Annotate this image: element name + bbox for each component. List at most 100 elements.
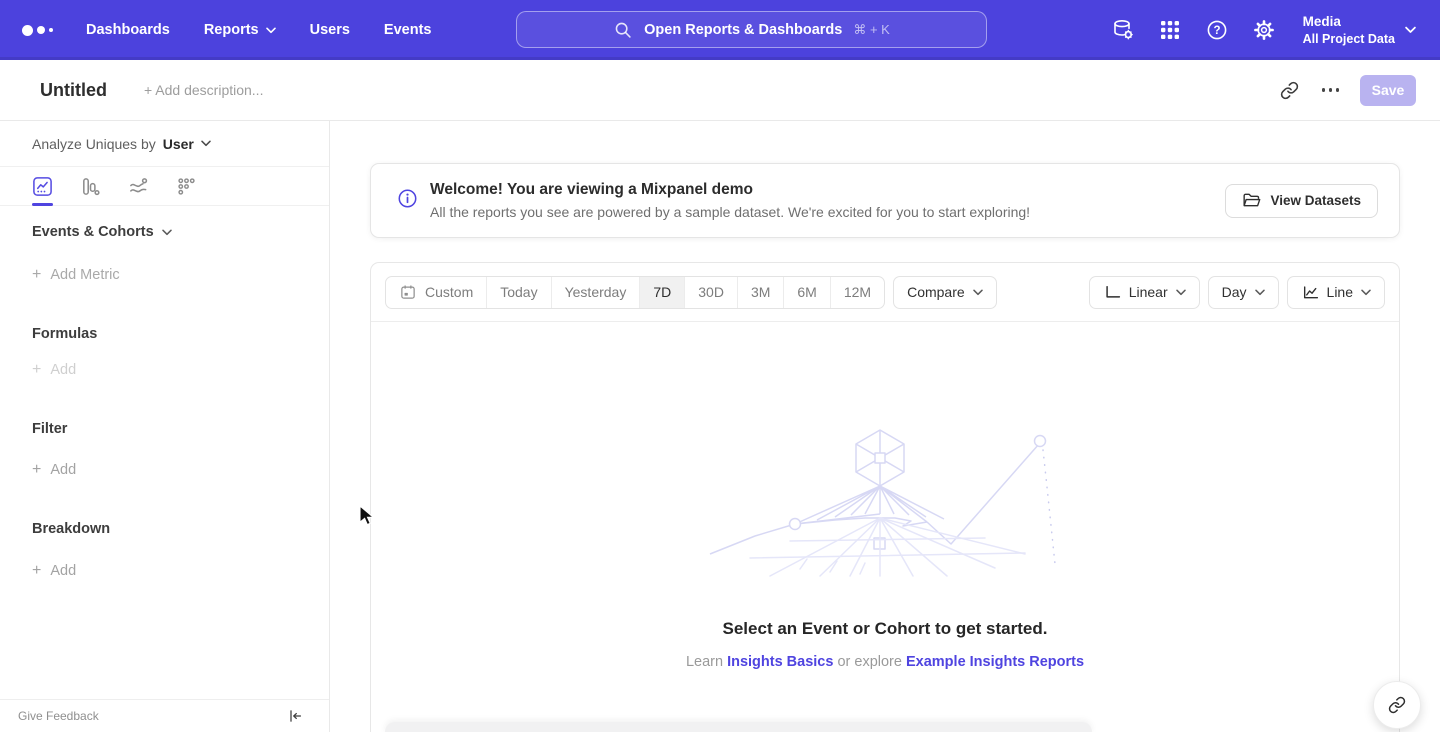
- banner-title: Welcome! You are viewing a Mixpanel demo: [430, 181, 1030, 199]
- collapse-sidebar-icon[interactable]: [287, 708, 303, 724]
- breakdown-section-heading: Breakdown: [32, 521, 297, 537]
- add-metric-button[interactable]: + Add Metric: [32, 266, 297, 284]
- interval-label: Day: [1222, 284, 1247, 300]
- date-range-6m-label: 6M: [797, 284, 816, 300]
- plus-icon: +: [32, 266, 41, 284]
- report-canvas: Custom Today Yesterday 7D 30D 3M 6M 12M …: [370, 262, 1400, 732]
- add-filter-button[interactable]: + Add: [32, 461, 297, 479]
- learn-prefix: Learn: [686, 654, 723, 670]
- tab-bar-chart-icon[interactable]: [80, 176, 101, 197]
- nav-users[interactable]: Users: [310, 22, 350, 38]
- give-feedback-link[interactable]: Give Feedback: [18, 709, 99, 723]
- linear-axes-icon: [1103, 283, 1121, 301]
- nav-events-label: Events: [384, 22, 432, 38]
- events-cohorts-section[interactable]: Events & Cohorts: [32, 224, 297, 240]
- date-range-12m-label: 12M: [844, 284, 871, 300]
- date-range-today[interactable]: Today: [486, 277, 550, 308]
- middle-text: or explore: [837, 654, 901, 670]
- copy-link-icon[interactable]: [1279, 79, 1301, 101]
- chart-controls-bar: Custom Today Yesterday 7D 30D 3M 6M 12M …: [371, 263, 1399, 322]
- formulas-section-heading: Formulas: [32, 326, 297, 342]
- insights-basics-link[interactable]: Insights Basics: [727, 654, 833, 670]
- chart-type-label: Line: [1327, 284, 1353, 300]
- analyze-by-dropdown[interactable]: User: [163, 136, 211, 152]
- add-metric-label: Add Metric: [50, 267, 119, 283]
- date-range-7d-label: 7D: [653, 284, 671, 300]
- help-icon[interactable]: ?: [1205, 18, 1229, 42]
- date-range-custom-label: Custom: [425, 284, 473, 300]
- chevron-down-icon: [266, 27, 276, 34]
- nav-reports[interactable]: Reports: [204, 22, 276, 38]
- nav-dashboards[interactable]: Dashboards: [86, 22, 170, 38]
- date-range-custom[interactable]: Custom: [386, 277, 486, 308]
- chevron-down-icon: [973, 289, 983, 296]
- add-breakdown-button[interactable]: + Add: [32, 562, 297, 580]
- example-reports-link[interactable]: Example Insights Reports: [906, 654, 1084, 670]
- scale-label: Linear: [1129, 284, 1168, 300]
- analyze-by-value: User: [163, 136, 194, 152]
- date-range-7d[interactable]: 7D: [639, 277, 684, 308]
- top-nav: Dashboards Reports Users Events Open Rep…: [0, 0, 1440, 60]
- add-filter-label: Add: [50, 462, 76, 478]
- breakdown-label: Breakdown: [32, 521, 110, 537]
- date-range-30d-label: 30D: [698, 284, 724, 300]
- more-options-icon[interactable]: [1322, 88, 1340, 92]
- nav-reports-label: Reports: [204, 22, 259, 38]
- chevron-down-icon: [1361, 289, 1371, 296]
- date-range-3m[interactable]: 3M: [737, 277, 783, 308]
- save-button[interactable]: Save: [1360, 75, 1416, 106]
- apps-grid-icon[interactable]: [1158, 18, 1182, 42]
- report-title[interactable]: Untitled: [40, 80, 107, 101]
- date-range-yesterday-label: Yesterday: [565, 284, 627, 300]
- search-placeholder: Open Reports & Dashboards: [644, 22, 842, 38]
- plus-icon: +: [32, 461, 41, 479]
- global-search[interactable]: Open Reports & Dashboards ⌘ + K: [516, 11, 987, 48]
- date-range-30d[interactable]: 30D: [684, 277, 737, 308]
- empty-state-subtitle: Learn Insights Basics or explore Example…: [371, 654, 1399, 670]
- folder-icon: [1242, 192, 1261, 209]
- nav-events[interactable]: Events: [384, 22, 432, 38]
- data-management-icon[interactable]: [1111, 18, 1135, 42]
- formulas-label: Formulas: [32, 326, 97, 342]
- date-range-selector: Custom Today Yesterday 7D 30D 3M 6M 12M: [385, 276, 885, 309]
- empty-state-illustration: [695, 426, 1075, 578]
- interval-dropdown[interactable]: Day: [1208, 276, 1279, 309]
- svg-text:?: ?: [1213, 25, 1220, 37]
- report-description-placeholder[interactable]: + Add description...: [144, 82, 263, 98]
- chevron-down-icon: [1176, 289, 1186, 296]
- analyze-label: Analyze Uniques by: [32, 136, 156, 152]
- settings-gear-icon[interactable]: [1252, 18, 1276, 42]
- project-switcher[interactable]: Media All Project Data: [1303, 13, 1416, 47]
- events-cohorts-label: Events & Cohorts: [32, 224, 154, 240]
- mixpanel-logo-icon[interactable]: [22, 25, 53, 36]
- date-range-12m[interactable]: 12M: [830, 277, 884, 308]
- tab-flows-icon[interactable]: [128, 176, 149, 197]
- empty-state-title: Select an Event or Cohort to get started…: [371, 619, 1399, 639]
- chevron-down-icon: [1405, 26, 1416, 34]
- date-range-6m[interactable]: 6M: [783, 277, 829, 308]
- share-link-fab[interactable]: [1373, 681, 1421, 729]
- scale-dropdown[interactable]: Linear: [1089, 276, 1200, 309]
- compare-dropdown[interactable]: Compare: [893, 276, 997, 309]
- date-range-3m-label: 3M: [751, 284, 770, 300]
- add-formula-button[interactable]: + Add: [32, 361, 297, 379]
- query-builder-sidebar: Analyze Uniques by User: [0, 121, 330, 732]
- compare-label: Compare: [907, 284, 965, 300]
- info-icon: [397, 188, 418, 214]
- add-breakdown-label: Add: [50, 563, 76, 579]
- line-chart-icon: [1301, 283, 1319, 301]
- chevron-down-icon: [201, 140, 211, 147]
- date-range-yesterday[interactable]: Yesterday: [551, 277, 640, 308]
- tab-retention-icon[interactable]: [176, 176, 197, 197]
- bottom-panel-handle[interactable]: [385, 722, 1092, 732]
- tab-insights-chart-icon[interactable]: [32, 176, 53, 197]
- filter-label: Filter: [32, 421, 67, 437]
- view-datasets-button[interactable]: View Datasets: [1225, 184, 1378, 218]
- chevron-down-icon: [1255, 289, 1265, 296]
- empty-state: Select an Event or Cohort to get started…: [371, 322, 1399, 670]
- chevron-down-icon: [162, 229, 172, 236]
- view-datasets-label: View Datasets: [1270, 193, 1361, 208]
- chart-type-dropdown[interactable]: Line: [1287, 276, 1385, 309]
- search-shortcut: ⌘ + K: [853, 22, 890, 38]
- add-formula-label: Add: [50, 362, 76, 378]
